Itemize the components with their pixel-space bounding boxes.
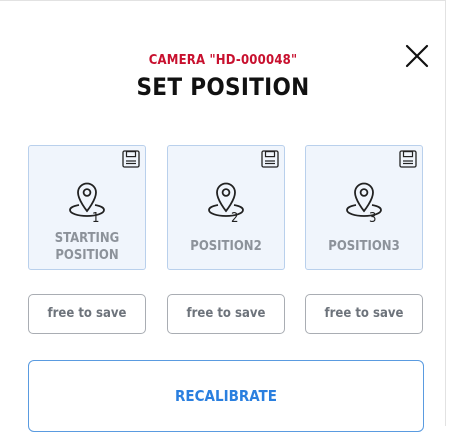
position-number: 1 [92, 211, 99, 226]
dialog-title: SET POSITION [136, 73, 310, 101]
floppy-disk-icon[interactable] [261, 150, 279, 168]
save-position-1-button[interactable]: free to save [28, 294, 146, 334]
position-card-1[interactable]: 1 STARTING POSITION [28, 145, 146, 270]
save-position-2-button[interactable]: free to save [167, 294, 285, 334]
recalibrate-button[interactable]: RECALIBRATE [28, 360, 424, 432]
position-name-line2: POSITION [55, 248, 119, 263]
location-pin-icon: 3 [342, 176, 386, 226]
floppy-disk-icon[interactable] [399, 150, 417, 168]
floppy-disk-icon[interactable] [122, 150, 140, 168]
camera-label: CAMERA "HD-000048" [148, 53, 298, 68]
position-name: STARTING POSITION [29, 230, 145, 264]
position-name: POSITION2 [190, 239, 262, 254]
position-name: POSITION3 [328, 239, 400, 254]
set-position-dialog: CAMERA "HD-000048" SET POSITION 1 STARTI… [0, 0, 446, 432]
position-name-line1: STARTING [54, 231, 120, 246]
location-pin-icon: 2 [204, 176, 248, 226]
position-card-3[interactable]: 3 POSITION3 [305, 145, 423, 270]
location-pin-icon: 1 [65, 176, 109, 226]
position-number: 2 [231, 211, 238, 226]
position-card-2[interactable]: 2 POSITION2 [167, 145, 285, 270]
save-position-3-button[interactable]: free to save [305, 294, 423, 334]
position-number: 3 [369, 211, 376, 226]
